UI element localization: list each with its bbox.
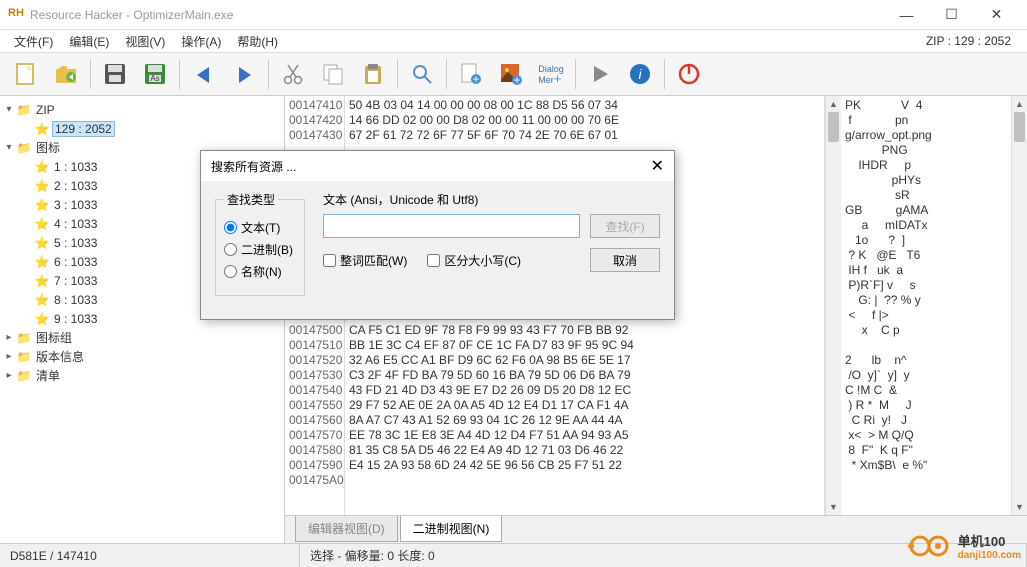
find-button[interactable]: 查找(F) (590, 214, 660, 238)
tab-editor[interactable]: 编辑器视图(D) (295, 516, 398, 542)
dialog-title: 搜索所有资源 ... (211, 158, 296, 175)
window-title: Resource Hacker - OptimizerMain.exe (30, 8, 884, 22)
tree-icon-item[interactable]: 7 : 1033 (52, 274, 99, 288)
tree-icon-item[interactable]: 4 : 1033 (52, 217, 99, 231)
dialog-merge-button[interactable]: DialogMer+ (531, 56, 571, 92)
star-icon: ⭐ (34, 255, 50, 269)
chk-match-case[interactable]: 区分大小写(C) (427, 252, 521, 269)
tree-zip-item[interactable]: 129 : 2052 (52, 121, 115, 137)
undo-button[interactable] (184, 56, 224, 92)
cancel-button[interactable]: 取消 (590, 248, 660, 272)
star-icon: ⭐ (34, 217, 50, 231)
radio-text-input[interactable] (224, 221, 237, 234)
tree-icon-item[interactable]: 2 : 1033 (52, 179, 99, 193)
tab-binary[interactable]: 二进制视图(N) (400, 516, 503, 542)
maximize-button[interactable]: ☐ (929, 0, 974, 30)
tree-version[interactable]: 版本信息 (34, 348, 86, 365)
folder-icon: 📁 (16, 369, 32, 383)
save-button[interactable] (95, 56, 135, 92)
redo-button[interactable] (224, 56, 264, 92)
paste-button[interactable] (353, 56, 393, 92)
watermark-domain: danji100.com (958, 550, 1021, 561)
search-type-group: 查找类型 文本(T) 二进制(B) 名称(N) (215, 191, 305, 296)
app-icon: RH (8, 7, 24, 23)
chk-whole-input[interactable] (323, 254, 336, 267)
add-resource-button[interactable]: + (451, 56, 491, 92)
svg-text:+: + (472, 72, 479, 86)
menu-help[interactable]: 帮助(H) (229, 31, 286, 52)
radio-binary-input[interactable] (224, 243, 237, 256)
menu-edit[interactable]: 编辑(E) (61, 31, 117, 52)
open-button[interactable] (46, 56, 86, 92)
chk-case-input[interactable] (427, 254, 440, 267)
tree-icons[interactable]: 图标 (34, 139, 62, 156)
run-button[interactable] (580, 56, 620, 92)
scrollbar-thumb[interactable] (828, 112, 839, 142)
folder-icon: 📁 (16, 103, 32, 117)
star-icon: ⭐ (34, 274, 50, 288)
search-type-legend: 查找类型 (224, 191, 278, 208)
radio-text[interactable]: 文本(T) (224, 219, 296, 236)
tree-manifest[interactable]: 清单 (34, 367, 62, 384)
star-icon: ⭐ (34, 122, 50, 136)
radio-binary[interactable]: 二进制(B) (224, 241, 296, 258)
dialog-titlebar[interactable]: 搜索所有资源 ... ✕ (201, 151, 674, 181)
status-offset: D581E / 147410 (0, 544, 300, 567)
search-dialog: 搜索所有资源 ... ✕ 查找类型 文本(T) 二进制(B) 名称(N) 文本 … (200, 150, 675, 320)
tree-icon-item[interactable]: 8 : 1033 (52, 293, 99, 307)
folder-icon: 📁 (16, 331, 32, 345)
tree-icongroup[interactable]: 图标组 (34, 329, 74, 346)
zip-info: ZIP : 129 : 2052 (926, 34, 1021, 48)
star-icon: ⭐ (34, 198, 50, 212)
search-input[interactable] (323, 214, 580, 238)
menubar: 文件(F) 编辑(E) 视图(V) 操作(A) 帮助(H) ZIP : 129 … (0, 30, 1027, 52)
star-icon: ⭐ (34, 160, 50, 174)
find-button[interactable] (402, 56, 442, 92)
search-input-label: 文本 (Ansi，Unicode 和 Utf8) (323, 191, 660, 208)
toolbar: As + + DialogMer+ i (0, 52, 1027, 96)
titlebar: RH Resource Hacker - OptimizerMain.exe —… (0, 0, 1027, 30)
folder-icon: 📁 (16, 141, 32, 155)
add-image-button[interactable]: + (491, 56, 531, 92)
tree-zip[interactable]: ZIP (34, 103, 57, 117)
radio-name-input[interactable] (224, 265, 237, 278)
menu-view[interactable]: 视图(V) (117, 31, 173, 52)
save-as-button[interactable]: As (135, 56, 175, 92)
star-icon: ⭐ (34, 179, 50, 193)
tree-icon-item[interactable]: 6 : 1033 (52, 255, 99, 269)
statusbar: D581E / 147410 选择 - 偏移量: 0 长度: 0 (0, 543, 1027, 567)
chk-whole-word[interactable]: 整词匹配(W) (323, 252, 407, 269)
star-icon: ⭐ (34, 312, 50, 326)
menu-action[interactable]: 操作(A) (173, 31, 229, 52)
tree-icon-item[interactable]: 9 : 1033 (52, 312, 99, 326)
minimize-button[interactable]: — (884, 0, 929, 30)
watermark-text: 单机100 (958, 534, 1006, 549)
exit-button[interactable] (669, 56, 709, 92)
tree-icon-item[interactable]: 3 : 1033 (52, 198, 99, 212)
ascii-column[interactable]: PK V 4 f png/arrow_opt.png PNG IHDR p pH… (841, 96, 1011, 515)
star-icon: ⭐ (34, 236, 50, 250)
hex-scrollbar[interactable]: ▲▼ (825, 96, 841, 515)
star-icon: ⭐ (34, 293, 50, 307)
ascii-scrollbar[interactable]: ▲▼ (1011, 96, 1027, 515)
tree-icon-item[interactable]: 5 : 1033 (52, 236, 99, 250)
tree-icon-item[interactable]: 1 : 1033 (52, 160, 99, 174)
dialog-close-button[interactable]: ✕ (651, 156, 664, 176)
folder-icon: 📁 (16, 350, 32, 364)
scrollbar-thumb[interactable] (1014, 112, 1025, 142)
svg-text:As: As (150, 74, 159, 83)
radio-name[interactable]: 名称(N) (224, 263, 296, 280)
info-button[interactable]: i (620, 56, 660, 92)
menu-file[interactable]: 文件(F) (6, 31, 61, 52)
close-button[interactable]: ✕ (974, 0, 1019, 30)
new-button[interactable] (6, 56, 46, 92)
cut-button[interactable] (273, 56, 313, 92)
copy-button[interactable] (313, 56, 353, 92)
svg-text:+: + (513, 73, 520, 87)
watermark: 单机100danji100.com (908, 531, 1021, 561)
